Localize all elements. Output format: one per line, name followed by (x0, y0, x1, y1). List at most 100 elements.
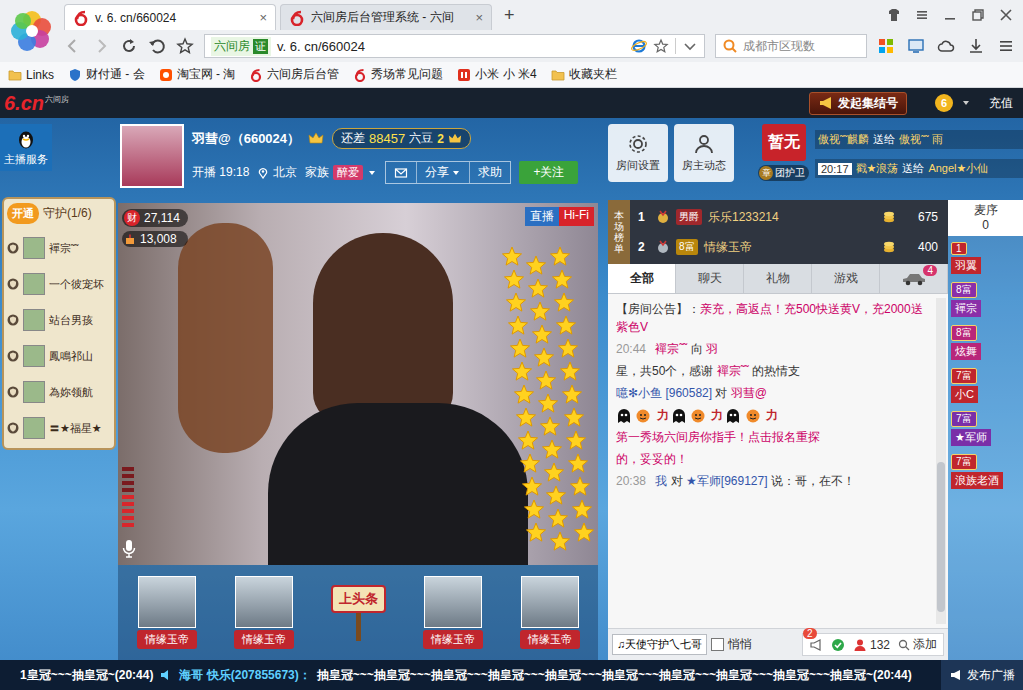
rank-row[interactable]: 2 8富 情缘玉帝 400 (638, 239, 938, 256)
mic-queue-entry[interactable]: 1 羽翼 (948, 240, 1023, 276)
member-avatar (23, 273, 45, 295)
address-bar[interactable]: 六间房证 v. 6. cn/660024 (204, 34, 705, 58)
mic-queue-entry[interactable]: 8富 襌宗 (948, 280, 1023, 319)
add-button[interactable]: 添加 (898, 636, 937, 653)
message-button[interactable] (386, 162, 416, 183)
bookmark-item[interactable]: 六间房后台管 (249, 66, 339, 83)
announcement-button[interactable]: 2 (809, 638, 823, 652)
guard-member[interactable]: 襌宗˜˜ (7, 232, 111, 264)
rank-label[interactable]: 本场榜单 (608, 200, 630, 264)
guard-member[interactable]: 鳳鳴祁山 (7, 340, 111, 372)
chat-tab[interactable]: 游戏 (812, 264, 880, 293)
skin-icon[interactable] (887, 8, 901, 22)
seat-avatar (138, 576, 196, 628)
guard-member[interactable]: 一个彼宠坏 (7, 268, 111, 300)
host-avatar[interactable] (120, 124, 184, 188)
room-button[interactable]: 房主动态 (674, 124, 734, 182)
bookmark-star-icon[interactable] (653, 38, 669, 54)
site-logo[interactable]: 6.cn 六间房 (4, 92, 69, 115)
browser-logo-icon[interactable] (0, 0, 64, 62)
undo-icon[interactable] (148, 37, 166, 55)
mic-queue-entry[interactable]: 7富 ★军师 (948, 409, 1023, 448)
bookmark-item[interactable]: 收藏夹栏 (551, 66, 617, 83)
search-field[interactable]: 成都市区现数 (715, 34, 867, 58)
guard-shield-icon (7, 278, 19, 290)
tab-close-button[interactable]: × (259, 10, 267, 25)
coin-dropdown-icon[interactable] (961, 98, 971, 108)
speaker-icon (159, 668, 173, 682)
bookmark-item[interactable]: Links (8, 68, 54, 82)
check-circle-icon[interactable] (831, 638, 845, 652)
chat-message: 【房间公告】：亲充，高返点！充500快送黄V，充2000送紫色V (616, 300, 932, 336)
rally-button[interactable]: 发起集结号 (809, 92, 907, 115)
recharge-link[interactable]: 充值 (989, 95, 1013, 112)
open-guard-button[interactable]: 开通 (7, 203, 39, 224)
guard-member[interactable]: 〓★福星★ (7, 412, 111, 444)
host-action-button[interactable]: 求助 (469, 162, 510, 183)
bookmark-item[interactable]: 财付通 - 会 (68, 66, 145, 83)
browser-tab[interactable]: 六间房后台管理系统 - 六间 × (280, 4, 492, 30)
close-icon[interactable] (999, 8, 1013, 22)
favorite-star-icon[interactable] (176, 37, 194, 55)
chat-messages: 【房间公告】：亲充，高返点！充500快送黄V，充2000送紫色V20:44 襌宗… (608, 294, 948, 628)
restore-icon[interactable] (971, 8, 985, 22)
presenter-figure (313, 233, 453, 423)
apps-icon[interactable] (877, 37, 895, 55)
new-tab-button[interactable]: + (496, 5, 523, 30)
chat-scrollbar[interactable] (936, 298, 946, 624)
mic-queue-entry[interactable]: 8富 炫舞 (948, 323, 1023, 362)
cake-icon (124, 233, 136, 245)
bookmark-item[interactable]: 小米 小 米4 (457, 66, 536, 83)
whisper-checkbox[interactable] (711, 638, 724, 651)
seat[interactable]: 情缘玉帝 (137, 576, 197, 649)
tab-close-button[interactable]: × (475, 10, 483, 25)
seat[interactable]: 情缘玉帝 (234, 576, 294, 649)
guard-shield-icon (7, 314, 19, 326)
car-tab[interactable]: 4 (880, 264, 948, 293)
guard-member[interactable]: 站台男孩 (7, 304, 111, 336)
bookmark-item[interactable]: 秀场常见问题 (353, 66, 443, 83)
chat-tab[interactable]: 聊天 (676, 264, 744, 293)
coins-icon (882, 210, 896, 224)
rank-row[interactable]: 1 男爵 乐乐1233214 675 (638, 209, 938, 226)
anchor-service-tab[interactable]: 主播服务 (0, 124, 52, 171)
browser-menu-icon[interactable] (997, 37, 1015, 55)
mic-queue-entry[interactable]: 7富 浪族老酒 (948, 452, 1023, 491)
screenshot-icon[interactable] (907, 37, 925, 55)
microphone-icon[interactable] (121, 539, 137, 559)
ie-engine-icon[interactable] (631, 38, 647, 54)
chat-target-select[interactable]: ♫天使守护乀七哥 (612, 634, 707, 655)
seat[interactable]: 情缘玉帝 (520, 576, 580, 649)
online-count[interactable]: 132 (853, 638, 890, 652)
back-icon[interactable] (64, 37, 82, 55)
coin-badge[interactable]: 6 (935, 94, 953, 112)
cloud-icon[interactable] (937, 37, 955, 55)
chat-tab[interactable]: 全部 (608, 264, 676, 293)
minimize-icon[interactable] (943, 8, 957, 22)
chat-tab[interactable]: 礼物 (744, 264, 812, 293)
forward-icon[interactable] (92, 37, 110, 55)
host-family[interactable]: 家族 醉爱 (305, 164, 377, 181)
headline-sign[interactable]: 上头条 (331, 585, 386, 641)
download-icon[interactable] (967, 37, 985, 55)
guard-member[interactable]: 為妳领航 (7, 376, 111, 408)
refresh-icon[interactable] (120, 37, 138, 55)
mic-queue-header[interactable]: 麦序 0 (948, 200, 1023, 236)
member-avatar (23, 237, 45, 259)
group-guard-badge[interactable]: 章团护卫 (758, 165, 809, 181)
menu-icon[interactable] (915, 8, 929, 22)
url-text[interactable]: v. 6. cn/660024 (277, 39, 625, 54)
host-action-button[interactable]: 分享 (416, 162, 469, 183)
hifi-tag[interactable]: Hi-Fi (559, 207, 594, 226)
follow-button[interactable]: +关注 (519, 161, 578, 184)
bookmark-item[interactable]: 淘宝网 - 淘 (159, 66, 236, 83)
left-column: 主播服务 开通 守护(1/6) 襌宗˜˜ 一个彼宠坏 站台男孩 鳳鳴祁山 為妳领… (0, 118, 118, 660)
seat[interactable]: 情缘玉帝 (423, 576, 483, 649)
mic-queue-entry[interactable]: 7富 小C (948, 366, 1023, 405)
video-stream[interactable]: 财27,114 13,008 直播 Hi-Fi (118, 203, 598, 565)
site-verified-badge[interactable]: 六间房证 (211, 37, 271, 56)
dropdown-chevron-icon[interactable] (682, 38, 698, 54)
room-button[interactable]: 房间设置 (608, 124, 668, 182)
publish-broadcast-button[interactable]: 发布广播 (941, 660, 1023, 690)
browser-tab[interactable]: v. 6. cn/660024 × (64, 4, 276, 30)
